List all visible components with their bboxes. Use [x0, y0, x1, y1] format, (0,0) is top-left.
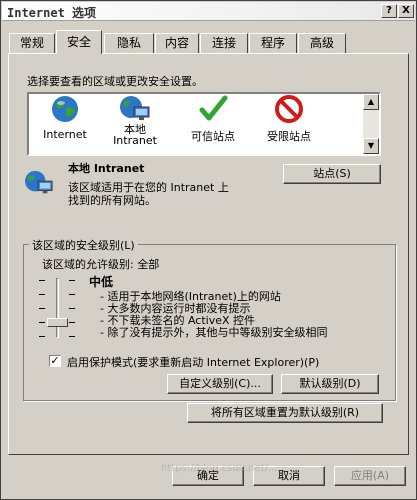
tab-programs[interactable]: 程序 [249, 33, 297, 53]
checkmark-icon [199, 95, 228, 121]
slider-thumb[interactable] [47, 318, 68, 327]
tab-privacy[interactable]: 隐私 [104, 33, 154, 53]
level-description-list: - 适用于本地网络(Intranet)上的网站 - 大多数内容运行时都没有提示 … [100, 291, 327, 338]
level-bullet-2: - 大多数内容运行时都没有提示 [100, 302, 251, 315]
level-bullet-1: - 适用于本地网络(Intranet)上的网站 [100, 290, 281, 303]
tab-content[interactable]: 内容 [155, 33, 199, 53]
tab-advanced[interactable]: 高级 [298, 33, 346, 53]
tab-general[interactable]: 常规 [9, 33, 55, 53]
selected-zone-title: 本地 Intranet [68, 162, 145, 175]
level-bullet-4: - 除了没有提示外，其他与中等级别安全级相同 [100, 326, 328, 339]
zone-local-intranet-label-2: Intranet [113, 134, 157, 147]
selected-zone-description: 该区域适用于在您的 Intranet 上 找到的所有网站。 [68, 182, 268, 206]
scrollbar-track[interactable] [363, 110, 379, 138]
window-title: Internet 选项 [7, 6, 97, 20]
security-level-slider[interactable] [39, 278, 75, 342]
globe-icon [52, 96, 78, 122]
protected-mode-label: 启用保护模式(要求重新启动 Internet Explorer)(P) [67, 356, 320, 369]
internet-options-window: Internet 选项 ? X 常规 安全 隐私 内容 连接 程序 高级 选择要… [0, 0, 417, 500]
forbidden-icon [275, 95, 303, 123]
sites-button[interactable]: 站点(S) [283, 164, 381, 184]
default-level-button[interactable]: 默认级别(D) [281, 374, 379, 394]
zone-restricted-sites[interactable]: 受限站点 [259, 94, 319, 144]
watermark: https://blog.csdn.net/... [161, 463, 278, 474]
reset-all-zones-button[interactable]: 将所有区域重置为默认级别(R) [187, 403, 383, 423]
tab-security[interactable]: 安全 [56, 30, 102, 54]
zone-local-intranet[interactable]: 本地 Intranet [107, 94, 163, 146]
scroll-up-button[interactable]: ▲ [363, 94, 379, 110]
zone-internet[interactable]: Internet [37, 94, 93, 141]
tab-connections[interactable]: 连接 [200, 33, 248, 53]
description-line-2: 找到的所有网站。 [68, 194, 156, 207]
selected-zone-icon [23, 169, 55, 200]
local-intranet-icon [25, 170, 53, 194]
apply-button[interactable]: 应用(A) [334, 466, 406, 486]
title-bar: Internet 选项 ? X [2, 2, 415, 21]
protected-mode-checkbox[interactable]: ✓ [49, 355, 61, 367]
scroll-down-button[interactable]: ▼ [363, 138, 379, 154]
zone-restricted-label: 受限站点 [267, 130, 311, 143]
close-button[interactable]: X [398, 4, 414, 18]
select-zone-prompt: 选择要查看的区域或更改安全设置。 [27, 75, 203, 88]
current-level-title: 中低 [89, 275, 114, 289]
help-button[interactable]: ? [381, 4, 397, 18]
level-bullet-3: - 不下载未签名的 ActiveX 控件 [100, 314, 256, 327]
zone-internet-label: Internet [43, 128, 87, 141]
security-level-group-label: 该区域的安全级别(L) [29, 237, 138, 253]
slider-track [56, 278, 59, 338]
custom-level-button[interactable]: 自定义级别(C)... [167, 374, 273, 394]
local-intranet-icon [120, 96, 150, 120]
zone-trusted-label: 可信站点 [191, 130, 235, 143]
description-line-1: 该区域适用于在您的 Intranet 上 [68, 181, 229, 194]
zone-list[interactable]: Internet 本地 Intranet 可信站点 受限站点 ▲ ▼ [27, 92, 381, 156]
allowed-levels-text: 该区域的允许级别: 全部 [42, 258, 160, 271]
zone-trusted-sites[interactable]: 可信站点 [183, 94, 243, 144]
